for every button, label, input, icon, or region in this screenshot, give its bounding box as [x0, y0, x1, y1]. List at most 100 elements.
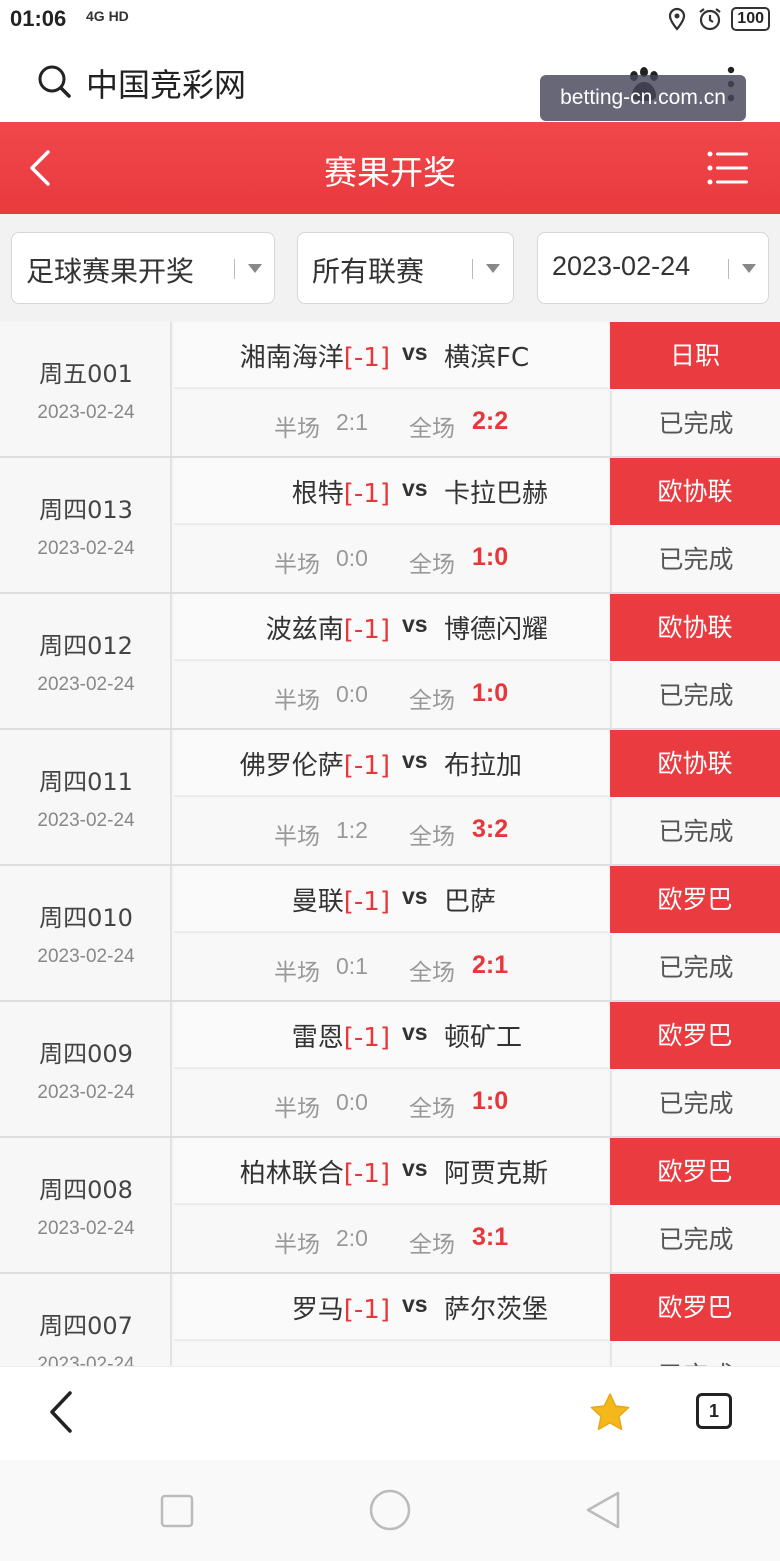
handicap: [-1]: [343, 479, 390, 509]
away-team: 巴萨: [444, 887, 497, 917]
half-time-label: 半场: [274, 688, 320, 714]
filter-row: 足球赛果开奖 所有联赛 2023-02-24: [0, 214, 780, 322]
vs-label: vs: [402, 747, 428, 773]
home-team: 波兹南: [265, 615, 344, 645]
match-date: 2023-02-24: [37, 1082, 135, 1103]
match-date: 2023-02-24: [37, 946, 135, 967]
handicap: [-1]: [343, 751, 390, 781]
half-time-label: 半场: [274, 824, 320, 850]
match-code: 周四011: [39, 768, 133, 796]
match-code: 周四009: [39, 1040, 133, 1068]
tabs-icon[interactable]: 1: [696, 1393, 732, 1429]
date-filter-dropdown[interactable]: 2023-02-24: [537, 232, 769, 304]
half-time-score: 0:0: [336, 681, 368, 707]
signal-indicator: 4G HD: [86, 8, 129, 24]
score-cell: 半场全场: [174, 1343, 608, 1366]
match-date-column: 周四010 2023-02-24: [0, 866, 172, 1000]
vs-label: vs: [402, 611, 428, 637]
full-time-label: 全场: [409, 824, 455, 850]
away-team: 卡拉巴赫: [444, 479, 549, 509]
full-time-score: 1:0: [472, 543, 509, 571]
sport-filter-dropdown[interactable]: 足球赛果开奖: [11, 232, 275, 304]
teams-cell: 波兹南[-1] vs 博德闪耀: [174, 594, 608, 661]
score-cell: 半场 1:2 全场 3:2: [174, 799, 608, 864]
status-right: 100: [665, 6, 770, 32]
league-badge: 欧协联: [610, 458, 780, 525]
league-filter-dropdown[interactable]: 所有联赛: [297, 232, 514, 304]
match-row[interactable]: 周四008 2023-02-24 柏林联合[-1] vs 阿贾克斯 半场 2:0 全场 3:1 欧…: [0, 1138, 780, 1274]
league-badge: 欧罗巴: [610, 1274, 780, 1341]
page-title: 赛果开奖: [324, 153, 456, 192]
teams-cell: 佛罗伦萨[-1] vs 布拉加: [174, 730, 608, 797]
score-cell: 半场 0:1 全场 2:1: [174, 935, 608, 1000]
match-row[interactable]: 周四007 2023-02-24 罗马[-1] vs 萨尔茨堡半场全场欧罗巴已完成: [0, 1274, 780, 1366]
caret-down-icon: [248, 264, 262, 273]
half-time-score: 2:1: [336, 409, 368, 435]
away-team: 布拉加: [444, 751, 523, 781]
full-time-score: 3:2: [472, 815, 509, 843]
full-time-score: 3:1: [472, 1223, 509, 1251]
match-date: 2023-02-24: [37, 402, 135, 423]
match-row[interactable]: 周五001 2023-02-24 湘南海洋[-1] vs 横滨FC 半场 2:1 全场 2:2 日…: [0, 322, 780, 458]
match-date-column: 周四011 2023-02-24: [0, 730, 172, 864]
browser-back-icon[interactable]: [46, 1389, 78, 1435]
page-header: 赛果开奖: [0, 122, 780, 214]
alarm-icon: [699, 8, 721, 31]
home-team: 柏林联合: [239, 1159, 344, 1189]
match-row[interactable]: 周四010 2023-02-24 曼联[-1] vs 巴萨半场 0:1 全场 2:1 欧罗巴 已完…: [0, 866, 780, 1002]
full-time-label: 全场: [409, 416, 455, 442]
search-icon[interactable]: [36, 63, 72, 99]
match-row[interactable]: 周四012 2023-02-24 波兹南[-1] vs 博德闪耀 半场 0:0 全场 1:0 欧协…: [0, 594, 780, 730]
league-badge: 欧罗巴: [610, 1138, 780, 1205]
half-time-score: 0:0: [336, 1089, 368, 1115]
teams-cell: 罗马[-1] vs 萨尔茨堡: [174, 1274, 608, 1341]
star-icon[interactable]: [588, 1391, 632, 1435]
full-time-score: 2:2: [472, 407, 509, 435]
full-time-label: 全场: [409, 1096, 455, 1122]
match-code: 周四008: [39, 1176, 133, 1204]
vs-label: vs: [402, 1019, 428, 1045]
menu-icon[interactable]: [706, 150, 750, 186]
half-time-label: 半场: [274, 416, 320, 442]
match-code: 周四007: [39, 1312, 133, 1340]
league-badge: 欧罗巴: [610, 1002, 780, 1069]
half-time-label: 半场: [274, 552, 320, 578]
half-time-score: 2:0: [336, 1225, 368, 1251]
recent-apps-icon[interactable]: [160, 1494, 194, 1528]
match-date: 2023-02-24: [37, 538, 135, 559]
match-status: 已完成: [610, 1343, 780, 1366]
teams-cell: 根特[-1] vs 卡拉巴赫: [174, 458, 608, 525]
full-time-label: 全场: [409, 1232, 455, 1258]
home-team: 曼联: [291, 887, 344, 917]
location-icon: [669, 7, 686, 31]
match-date-column: 周四013 2023-02-24: [0, 458, 172, 592]
league-badge: 欧罗巴: [610, 866, 780, 933]
browser-page-title[interactable]: 中国竞彩网: [86, 60, 246, 106]
match-row[interactable]: 周四013 2023-02-24 根特[-1] vs 卡拉巴赫 半场 0:0 全场 1:0 欧协联…: [0, 458, 780, 594]
match-status: 已完成: [610, 935, 780, 1000]
match-row[interactable]: 周四009 2023-02-24 雷恩[-1] vs 顿矿工 半场 0:0 全场 1:0 欧罗巴已…: [0, 1002, 780, 1138]
half-time-label: 半场: [274, 1232, 320, 1258]
match-list[interactable]: 周五001 2023-02-24 湘南海洋[-1] vs 横滨FC 半场 2:1 全场 2:2 日…: [0, 322, 780, 1366]
score-cell: 半场 0:0 全场 1:0: [174, 663, 608, 728]
home-team-wrap: 波兹南[-1]: [266, 609, 390, 646]
teams-cell: 曼联[-1] vs 巴萨: [174, 866, 608, 933]
match-row[interactable]: 周四011 2023-02-24 佛罗伦萨[-1] vs 布拉加 半场 1:2 全场 3:2 欧协…: [0, 730, 780, 866]
filter-separator: [728, 259, 729, 279]
home-team-wrap: 佛罗伦萨[-1]: [240, 745, 390, 782]
system-back-icon[interactable]: [584, 1490, 622, 1530]
full-time-score: 1:0: [472, 1087, 509, 1115]
filter-separator: [472, 259, 473, 279]
home-team: 佛罗伦萨: [239, 751, 344, 781]
filter-label: 所有联赛: [312, 255, 425, 288]
handicap: [-1]: [343, 1159, 390, 1189]
home-team-wrap: 湘南海洋[-1]: [240, 337, 390, 374]
half-time-score: 0:0: [336, 545, 368, 571]
handicap: [-1]: [343, 887, 390, 917]
vs-label: vs: [402, 883, 428, 909]
watermark: betting-cn.com.cn: [540, 75, 746, 121]
home-icon[interactable]: [368, 1488, 412, 1532]
match-status: 已完成: [610, 663, 780, 728]
match-status: 已完成: [610, 391, 780, 456]
match-date: 2023-02-24: [37, 1354, 135, 1366]
